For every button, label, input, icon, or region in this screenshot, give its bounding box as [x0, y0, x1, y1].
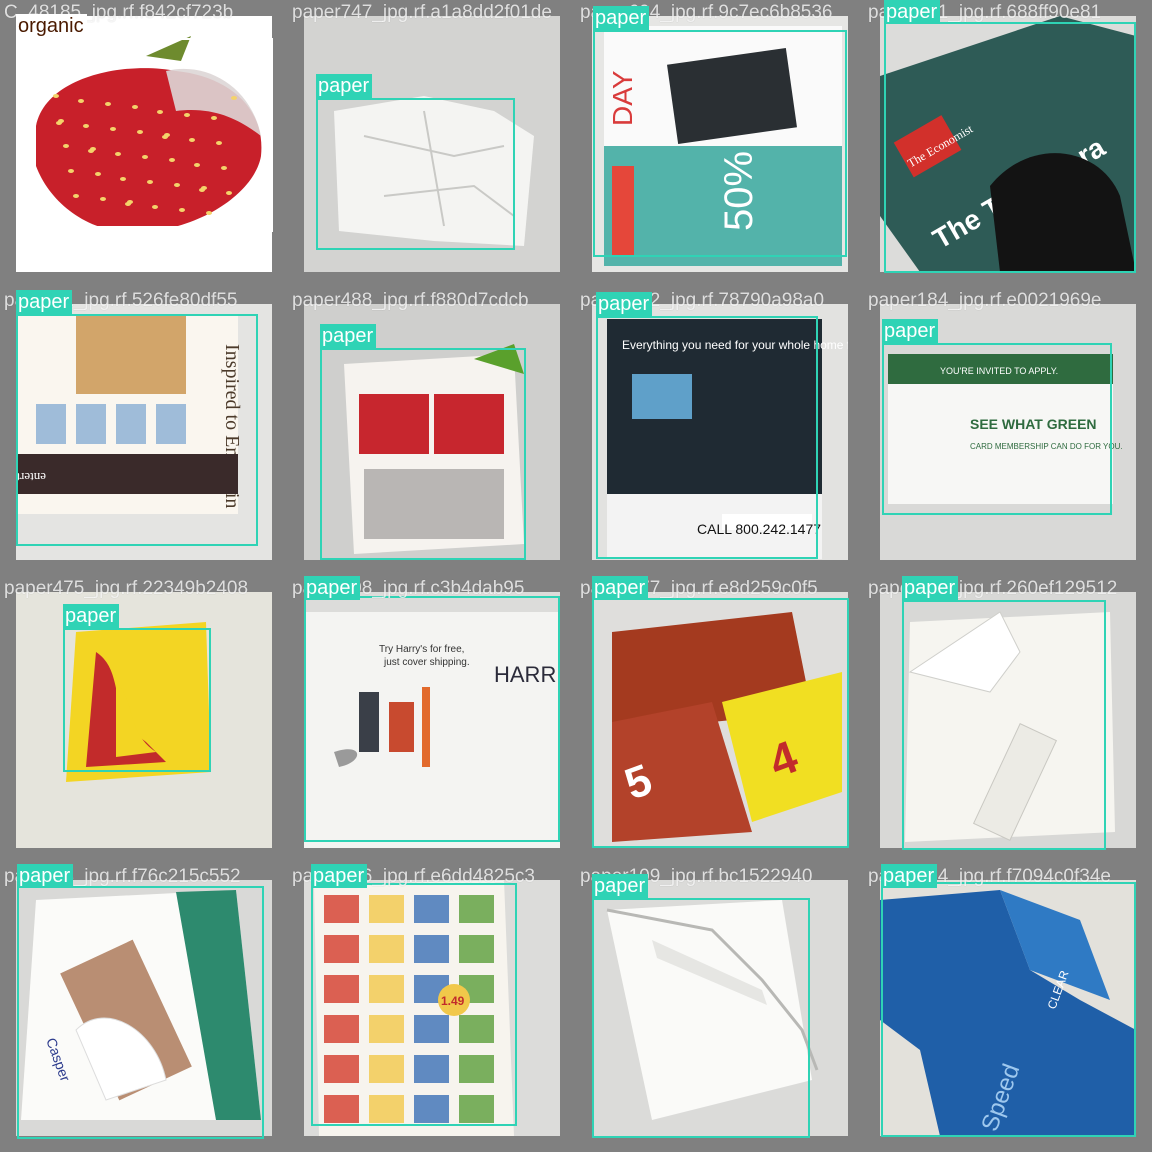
detection-tile[interactable]: paper475_jpg.rf.22349b2408paper	[0, 576, 288, 864]
detection-tile[interactable]: paper747_jpg.rf.a1a8dd2f01depaper	[288, 0, 576, 288]
class-label: paper	[16, 290, 73, 314]
bounding-box	[320, 348, 526, 560]
bounding-box	[316, 98, 515, 250]
class-label: paper	[902, 576, 959, 600]
bounding-box	[881, 882, 1136, 1137]
bounding-box	[63, 628, 211, 772]
bounding-box	[593, 30, 847, 257]
class-label: paper	[882, 319, 939, 343]
bounding-box	[16, 314, 258, 546]
bounding-box	[311, 883, 517, 1126]
detection-tile[interactable]: Everything you need for your whole home …	[576, 288, 864, 576]
tile-filename: paper184_jpg.rf.e0021969e	[868, 290, 1102, 311]
class-label: paper	[884, 0, 941, 24]
bounding-box	[592, 598, 849, 848]
tile-filename: paper747_jpg.rf.a1a8dd2f01de	[292, 2, 552, 23]
class-label: paper	[596, 292, 653, 316]
bounding-box	[902, 600, 1106, 850]
detection-tile[interactable]: CLEAR Speed paper234_jpg.rf.f7094c0f34e pa…	[864, 864, 1152, 1152]
class-label: paper	[304, 576, 361, 600]
detection-tile[interactable]: paper488_jpg.rf.f880d7cdcbpaper	[288, 288, 576, 576]
bounding-box	[592, 898, 810, 1138]
detection-tile[interactable]: paper205_jpg.rf.260ef129512 paper	[864, 576, 1152, 864]
detection-tile[interactable]: DAY 50% paper694_jpg.rf.9c7ec6b8536 paper	[576, 0, 864, 288]
detection-tile[interactable]: YOU'RE INVITED TO APPLY. SEE WHAT GREEN …	[864, 288, 1152, 576]
bounding-box	[16, 38, 273, 232]
detection-tile[interactable]: C_48185_jpg.rf.f842cf723b organic	[0, 0, 288, 288]
class-label: paper	[881, 864, 938, 888]
detection-tile[interactable]: Casper paper54_jpg.rf.f76c215c552 paper	[0, 864, 288, 1152]
class-label: paper	[316, 74, 373, 98]
detection-tile[interactable]: paper109_jpg.rf.bc1522940 paper	[576, 864, 864, 1152]
detection-tile[interactable]: 5 4 paper277_jpg.rf.e8d259c0f5 paper	[576, 576, 864, 864]
bounding-box	[882, 343, 1112, 515]
tile-filename: paper475_jpg.rf.22349b2408	[4, 578, 249, 599]
detection-grid: C_48185_jpg.rf.f842cf723b organic paper74…	[0, 0, 1152, 1152]
detection-tile[interactable]: 1.49 paper296_jpg.rf.e6dd4825c3 paper	[288, 864, 576, 1152]
class-label: paper	[311, 864, 368, 888]
tile-filename: paper488_jpg.rf.f880d7cdcb	[292, 290, 529, 311]
class-label: paper	[592, 576, 649, 600]
bounding-box	[884, 22, 1136, 273]
detection-tile[interactable]: The Economist The Trump era paper431_jpg…	[864, 0, 1152, 288]
class-label: paper	[320, 324, 377, 348]
class-label: paper	[63, 604, 120, 628]
detection-tile[interactable]: Inspired to Entertain entertaining MUST-…	[0, 288, 288, 576]
bounding-box	[304, 596, 560, 842]
class-label: paper	[593, 6, 650, 30]
detection-tile[interactable]: Try Harry's for free, just cover shippin…	[288, 576, 576, 864]
class-label: organic	[16, 14, 87, 38]
bounding-box	[596, 316, 818, 559]
bounding-box	[17, 886, 264, 1139]
class-label: paper	[17, 864, 74, 888]
class-label: paper	[592, 874, 649, 898]
